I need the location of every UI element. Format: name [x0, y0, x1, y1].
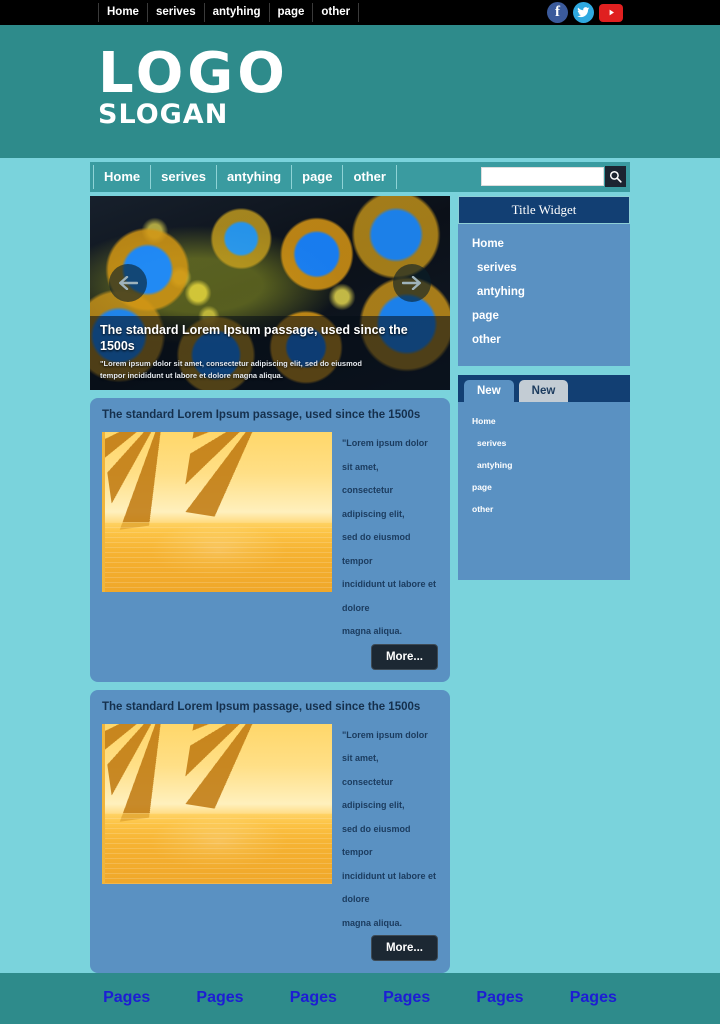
article-paragraph-line: incididunt ut labore et dolore	[342, 579, 436, 613]
topnav-item-page[interactable]: page	[270, 3, 314, 22]
topnav-item-home[interactable]: Home	[98, 3, 148, 22]
article-paragraph-line: "Lorem ipsum dolor sit amet,	[342, 438, 428, 472]
site-footer: Pages name link name link name link Page…	[0, 973, 720, 1024]
content-area: The standard Lorem Ipsum passage, used s…	[90, 196, 630, 973]
top-bar: Home serives antyhing page other f	[0, 0, 720, 25]
tab-new-1[interactable]: New	[464, 380, 514, 402]
footer-columns: Pages name link name link name link Page…	[80, 989, 640, 1024]
more-button-wrap: More...	[342, 935, 438, 961]
widget-tab-bar: New New	[458, 375, 630, 402]
article-image	[102, 432, 332, 592]
article-image	[102, 723, 332, 884]
search-icon[interactable]	[605, 166, 626, 187]
sidebar-item-other[interactable]: other	[458, 328, 630, 352]
article-body: "Lorem ipsum dolor sit amet, consectetur…	[102, 432, 438, 670]
menu-item-serives[interactable]: serives	[151, 165, 217, 189]
tab-link-other[interactable]: other	[458, 498, 630, 520]
footer-column-title: Pages	[289, 989, 337, 1006]
widget-menu-list: Home serives antyhing page other	[458, 224, 630, 366]
main-menu-bar: Home serives antyhing page other	[90, 162, 630, 192]
footer-column-title: Pages	[569, 989, 617, 1006]
topnav-item-antyhing[interactable]: antyhing	[205, 3, 270, 22]
article-title: The standard Lorem Ipsum passage, used s…	[102, 700, 421, 713]
article-text: "Lorem ipsum dolor sit amet, consectetur…	[342, 432, 438, 670]
tab-link-serives[interactable]: serives	[458, 432, 630, 454]
main-column: The standard Lorem Ipsum passage, used s…	[90, 196, 450, 973]
article-paragraph-line: consectetur adipiscing elit,	[342, 485, 405, 519]
footer-column-title: Pages	[103, 989, 151, 1006]
topnav-item-other[interactable]: other	[313, 3, 360, 22]
article-card: The standard Lorem Ipsum passage, used s…	[90, 398, 450, 682]
hero-slider: The standard Lorem Ipsum passage, used s…	[90, 196, 450, 390]
article-body: "Lorem ipsum dolor sit amet, consectetur…	[102, 723, 438, 961]
logo-text: LOGO	[98, 41, 289, 106]
article-text: "Lorem ipsum dolor sit amet, consectetur…	[342, 724, 438, 961]
tab-link-home[interactable]: Home	[458, 410, 630, 432]
article-paragraph-line: magna aliqua.	[342, 626, 403, 636]
sidebar-item-page[interactable]: page	[458, 304, 630, 328]
sidebar-item-antyhing[interactable]: antyhing	[458, 280, 630, 304]
tab-link-page[interactable]: page	[458, 476, 630, 498]
more-button[interactable]: More...	[370, 935, 438, 961]
menu-item-antyhing[interactable]: antyhing	[217, 165, 293, 189]
menu-item-other[interactable]: other	[343, 165, 397, 189]
footer-column-title: Pages	[476, 989, 524, 1006]
menu-item-home[interactable]: Home	[93, 165, 152, 189]
footer-column: Pages name link name link name link	[173, 989, 266, 1024]
article-paragraph-line: sed do eiusmod tempor	[342, 532, 411, 566]
tab-link-antyhing[interactable]: antyhing	[458, 454, 630, 476]
widget-tab-panel: Home serives antyhing page other	[458, 402, 630, 580]
widget-title: Title Widget	[458, 196, 630, 224]
title-widget: Title Widget Home serives antyhing page …	[458, 196, 630, 366]
tab-new-2[interactable]: New	[518, 380, 569, 402]
top-navigation: Home serives antyhing page other	[98, 3, 360, 22]
next-arrow-icon[interactable]	[393, 264, 431, 302]
site-header: LOGO SLOGAN	[0, 25, 720, 158]
page-root: Home serives antyhing page other f LOGO …	[0, 0, 720, 1024]
article-paragraph-line: sed do eiusmod tempor	[342, 823, 411, 858]
footer-column: Pages name link name link name link	[360, 989, 453, 1024]
topnav-item-serives[interactable]: serives	[148, 3, 205, 22]
sidebar-item-serives[interactable]: serives	[458, 256, 630, 280]
footer-column-title: Pages	[383, 989, 431, 1006]
article-paragraph-line: incididunt ut labore et dolore	[342, 870, 436, 905]
site-logo[interactable]: LOGO SLOGAN	[98, 41, 289, 129]
footer-column-title: Pages	[196, 989, 244, 1006]
sidebar: Title Widget Home serives antyhing page …	[458, 196, 630, 973]
more-button[interactable]: More...	[370, 643, 438, 670]
facebook-icon[interactable]: f	[547, 2, 568, 23]
slider-text-line-1: "Lorem ipsum dolor sit amet, consectetur…	[100, 359, 362, 368]
footer-column: Pages name link name link name link	[547, 989, 640, 1024]
article-paragraph-line: consectetur adipiscing elit,	[342, 776, 405, 811]
article-card: The standard Lorem Ipsum passage, used s…	[90, 689, 450, 973]
slider-text-line-2: tempor incididunt ut labore et dolore ma…	[100, 371, 283, 380]
sidebar-item-home[interactable]: Home	[458, 232, 630, 256]
article-paragraph-line: "Lorem ipsum dolor sit amet,	[342, 729, 428, 764]
sea-horizon	[105, 813, 332, 884]
social-links: f	[547, 2, 623, 23]
article-paragraph-line: magna aliqua.	[342, 917, 403, 928]
twitter-icon[interactable]	[573, 2, 594, 23]
sea-horizon	[105, 521, 332, 592]
slider-title: The standard Lorem Ipsum passage, used s…	[100, 323, 408, 353]
slider-caption: The standard Lorem Ipsum passage, used s…	[90, 316, 450, 390]
more-button-wrap: More...	[342, 643, 438, 670]
article-title: The standard Lorem Ipsum passage, used s…	[102, 409, 421, 421]
search-input[interactable]	[481, 167, 604, 186]
menu-item-page[interactable]: page	[292, 165, 344, 189]
tabs-widget: New New Home serives antyhing page other	[458, 375, 630, 580]
footer-column: Pages name link name link name link	[80, 989, 173, 1024]
search-box	[481, 166, 626, 187]
prev-arrow-icon[interactable]	[109, 264, 147, 302]
main-menu: Home serives antyhing page other	[93, 165, 397, 189]
footer-column: Pages name link name link name link	[453, 989, 546, 1024]
youtube-icon[interactable]	[599, 3, 623, 22]
footer-column: Pages name link name link name link	[267, 989, 360, 1024]
